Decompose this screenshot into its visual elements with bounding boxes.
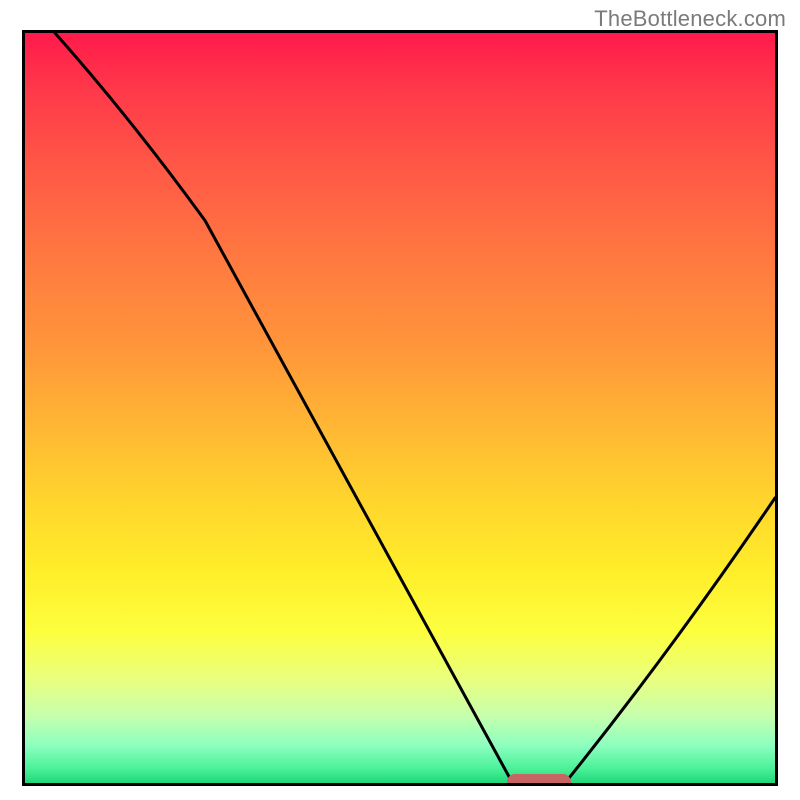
watermark-text: TheBottleneck.com xyxy=(594,6,786,32)
bottleneck-curve xyxy=(25,33,775,783)
optimal-range-marker xyxy=(507,774,572,786)
chart-frame xyxy=(22,30,778,786)
